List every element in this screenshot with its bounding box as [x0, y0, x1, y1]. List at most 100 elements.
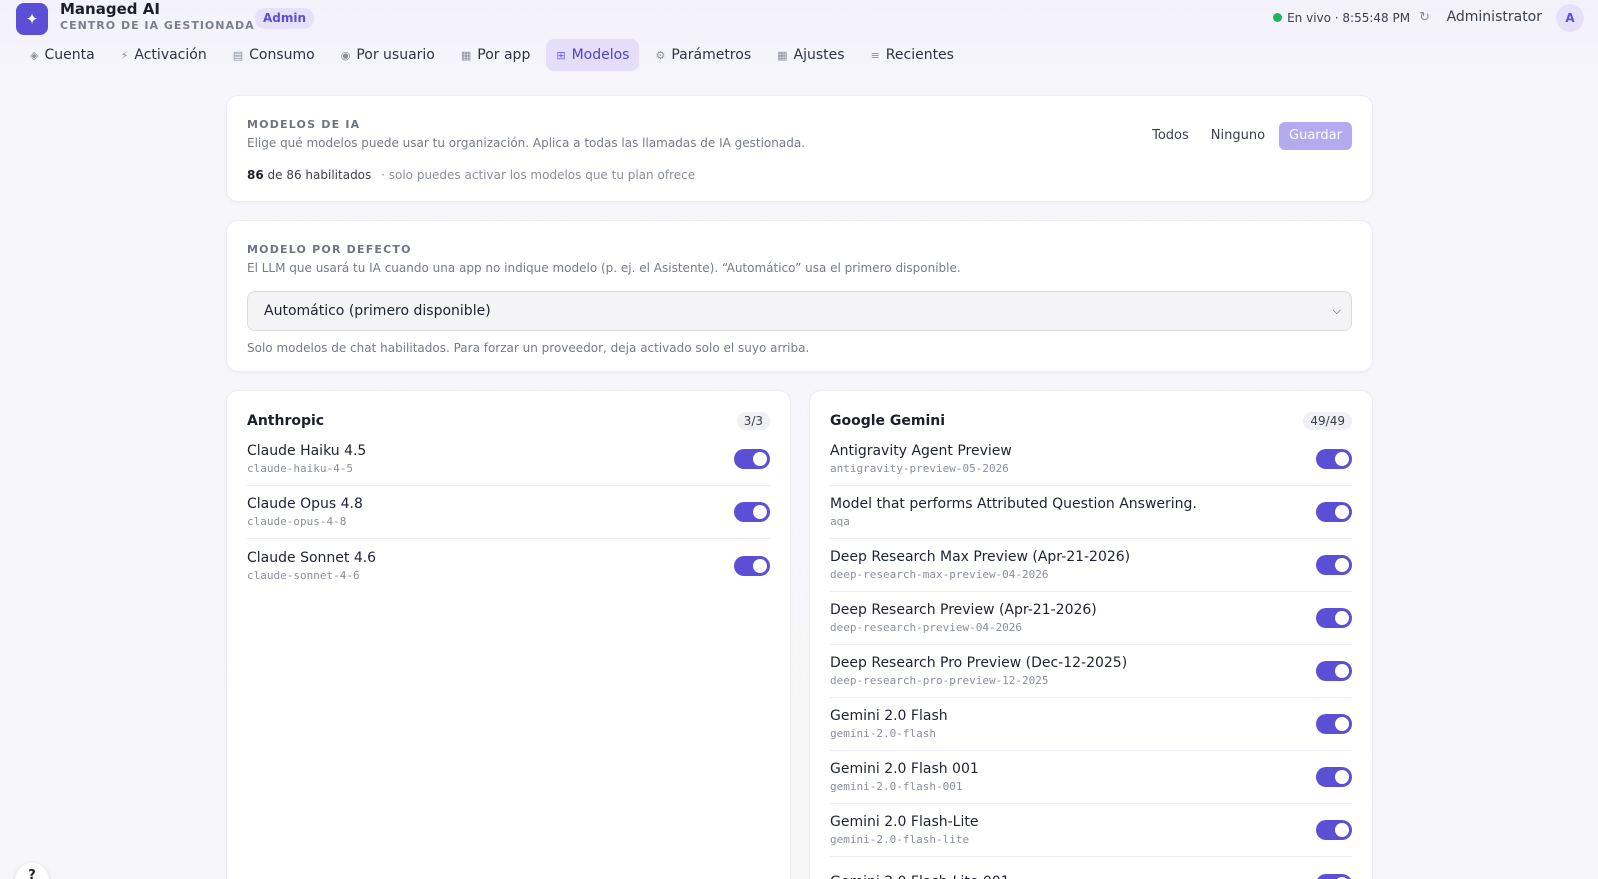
- model-info: Claude Haiku 4.5 claude-haiku-4-5: [247, 443, 366, 475]
- lightning-icon: ⚡: [120, 48, 129, 62]
- select-none-button[interactable]: Ninguno: [1203, 122, 1273, 150]
- tab-label: Parámetros: [671, 47, 752, 63]
- tab-label: Por usuario: [356, 47, 435, 63]
- settings-grid-icon: ▦: [777, 48, 788, 62]
- default-model-title: MODELO POR DEFECTO: [247, 243, 412, 256]
- default-model-select[interactable]: Automático (primero disponible) ⌵: [247, 291, 1352, 331]
- help-button[interactable]: ?: [15, 863, 49, 879]
- tab-cuenta[interactable]: ◈ Cuenta: [20, 39, 105, 71]
- model-toggle[interactable]: [1316, 820, 1352, 840]
- tab-recientes[interactable]: ≡ Recientes: [861, 39, 964, 71]
- list-item: Deep Research Max Preview (Apr-21-2026) d…: [830, 539, 1352, 592]
- model-toggle[interactable]: [1316, 873, 1352, 879]
- user-name[interactable]: Administrator: [1447, 9, 1542, 25]
- app-logo-icon: ✦: [16, 3, 48, 35]
- model-toggle[interactable]: [1316, 502, 1352, 522]
- app-subtitle: CENTRO DE IA GESTIONADA: [60, 19, 255, 32]
- grid-icon: ⊞: [556, 48, 566, 62]
- model-toggle[interactable]: [1316, 714, 1352, 734]
- list-item: Model that performs Attributed Question …: [830, 486, 1352, 539]
- model-name: Claude Opus 4.8: [247, 496, 363, 512]
- model-toggle[interactable]: [1316, 555, 1352, 575]
- model-name: Antigravity Agent Preview: [830, 443, 1012, 459]
- model-toggle[interactable]: [734, 449, 770, 469]
- model-id: deep-research-preview-04-2026: [830, 621, 1023, 634]
- enabled-count: 86 de 86 habilitados · solo puedes activ…: [247, 168, 1352, 182]
- model-info: Gemini 2.0 Flash gemini-2.0-flash: [830, 708, 948, 740]
- save-button[interactable]: Guardar: [1279, 122, 1352, 150]
- list-item: Deep Research Pro Preview (Dec-12-2025) d…: [830, 645, 1352, 698]
- provider-count-badge: 49/49: [1303, 412, 1352, 430]
- select-all-button[interactable]: Todos: [1144, 122, 1197, 150]
- model-toggle[interactable]: [1316, 449, 1352, 469]
- model-name: Deep Research Preview (Apr-21-2026): [830, 602, 1097, 618]
- tab-modelos[interactable]: ⊞ Modelos: [546, 39, 640, 71]
- model-info: Deep Research Pro Preview (Dec-12-2025) d…: [830, 655, 1127, 687]
- tab-ajustes[interactable]: ▦ Ajustes: [767, 39, 854, 71]
- tab-label: Activación: [134, 47, 207, 63]
- model-name: Deep Research Pro Preview (Dec-12-2025): [830, 655, 1128, 671]
- model-id: deep-research-pro-preview-12-2025: [830, 674, 1049, 687]
- model-toggle[interactable]: [1316, 608, 1352, 628]
- model-list: Antigravity Agent Preview antigravity-pre…: [830, 433, 1352, 879]
- enabled-count-number: 86: [247, 168, 264, 182]
- avatar[interactable]: A: [1556, 4, 1584, 32]
- enabled-count-note: · solo puedes activar los modelos que tu…: [381, 168, 696, 182]
- model-name: Claude Sonnet 4.6: [247, 549, 377, 566]
- model-id: claude-opus-4-8: [247, 515, 347, 528]
- tab-label: Modelos: [571, 47, 630, 63]
- model-list: Claude Haiku 4.5 claude-haiku-4-5 Claude O…: [247, 433, 770, 592]
- list-item: Deep Research Preview (Apr-21-2026) deep-…: [830, 592, 1352, 645]
- model-toggle[interactable]: [1316, 661, 1352, 681]
- tab-consumo[interactable]: ▤ Consumo: [223, 39, 325, 71]
- model-name: Gemini 2.0 Flash: [830, 708, 948, 724]
- models-actions: Todos Ninguno Guardar: [1144, 122, 1352, 150]
- tab-parámetros[interactable]: ⚙ Parámetros: [645, 39, 761, 71]
- tab-label: Ajustes: [793, 47, 845, 63]
- provider-card-anthropic: Anthropic 3/3 Claude Haiku 4.5 claude-hai…: [226, 390, 791, 879]
- live-status-text: En vivo · 8:55:48 PM: [1287, 10, 1411, 25]
- live-dot-icon: [1273, 13, 1283, 22]
- model-name: Gemini 2.0 Flash-Lite: [830, 814, 979, 830]
- user-icon: ◉: [340, 48, 351, 62]
- list-item: Gemini 2.0 Flash gemini-2.0-flash: [830, 698, 1352, 751]
- list-item: Gemini 2.0 Flash-Lite 001: [830, 857, 1352, 879]
- model-id: claude-haiku-4-5: [247, 462, 353, 475]
- model-name: Model that performs Attributed Question …: [830, 496, 1197, 512]
- model-name: Gemini 2.0 Flash-Lite 001: [830, 874, 1010, 879]
- tab-por-usuario[interactable]: ◉ Por usuario: [331, 39, 445, 71]
- model-id: gemini-2.0-flash-lite: [830, 833, 970, 846]
- top-bar: ✦ Managed AI CENTRO DE IA GESTIONADA Adm…: [0, 0, 1598, 40]
- model-info: Deep Research Preview (Apr-21-2026) deep-…: [830, 602, 1097, 634]
- model-toggle[interactable]: [734, 502, 770, 522]
- app-title: Managed AI: [60, 0, 160, 18]
- list-item: Antigravity Agent Preview antigravity-pre…: [830, 433, 1352, 486]
- list-icon: ≡: [870, 48, 880, 62]
- model-toggle[interactable]: [1316, 767, 1352, 787]
- account-icon: ◈: [30, 48, 39, 62]
- tab-label: Por app: [477, 47, 531, 63]
- model-name: Deep Research Max Preview (Apr-21-2026): [830, 549, 1131, 565]
- role-badge: Admin: [255, 8, 315, 29]
- model-id: deep-research-max-preview-04-2026: [830, 568, 1049, 581]
- model-info: Antigravity Agent Preview antigravity-pre…: [830, 443, 1012, 475]
- main-nav: ◈ Cuenta ⚡ Activación ▤ Consumo ◉ Por usuario ▦ P…: [20, 39, 964, 71]
- model-toggle[interactable]: [734, 555, 770, 576]
- refresh-icon[interactable]: ↻: [1419, 10, 1430, 25]
- provider-name: Google Gemini: [830, 413, 946, 429]
- model-info: Model that performs Attributed Question …: [830, 496, 1197, 528]
- tab-label: Consumo: [249, 47, 315, 63]
- provider-header: Anthropic 3/3: [247, 409, 770, 433]
- tab-por-app[interactable]: ▦ Por app: [451, 39, 540, 71]
- model-id: claude-sonnet-4-6: [247, 568, 360, 582]
- list-item: Gemini 2.0 Flash 001 gemini-2.0-flash-001: [830, 751, 1352, 804]
- model-name: Gemini 2.0 Flash 001: [830, 761, 979, 777]
- model-info: Gemini 2.0 Flash 001 gemini-2.0-flash-001: [830, 761, 979, 793]
- provider-header: Google Gemini 49/49: [830, 409, 1352, 433]
- list-item: Gemini 2.0 Flash-Lite gemini-2.0-flash-li…: [830, 804, 1352, 857]
- default-model-hint: Solo modelos de chat habilitados. Para f…: [247, 341, 810, 355]
- model-info: Claude Opus 4.8 claude-opus-4-8: [247, 496, 363, 528]
- tab-activación[interactable]: ⚡ Activación: [111, 39, 217, 71]
- model-info: Claude Sonnet 4.6 claude-sonnet-4-6: [247, 550, 376, 582]
- provider-count-badge: 3/3: [736, 412, 770, 430]
